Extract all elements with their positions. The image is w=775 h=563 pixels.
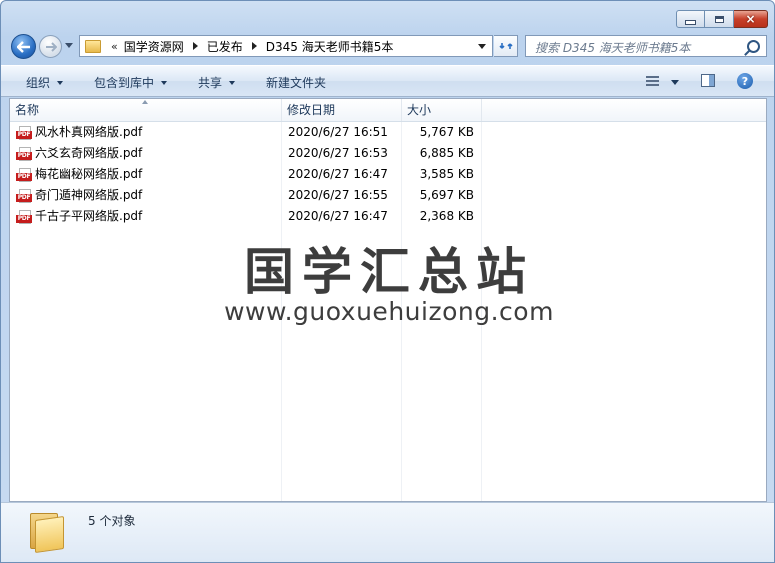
help-icon[interactable]: ? — [737, 73, 753, 89]
search-icon[interactable] — [747, 40, 760, 53]
refresh-icon — [498, 43, 513, 49]
folder-icon — [30, 511, 64, 554]
file-name-cell[interactable]: PDF 六爻玄奇网络版.pdf — [16, 143, 142, 164]
file-modified: 2020/6/27 16:51 — [288, 125, 388, 139]
refresh-button[interactable] — [494, 35, 518, 57]
file-modified: 2020/6/27 16:47 — [288, 209, 388, 223]
new-folder-button[interactable]: 新建文件夹 — [266, 74, 326, 91]
folder-icon — [85, 39, 101, 53]
change-view-icon[interactable] — [646, 75, 659, 87]
file-list: 名称 修改日期 大小 PDF 风水朴真网络版.pdf 2020/6/27 16:… — [9, 98, 767, 502]
minimize-icon — [685, 19, 696, 25]
file-modified: 2020/6/27 16:55 — [288, 188, 388, 202]
file-size: 6,885 KB — [419, 146, 474, 160]
maximize-icon — [714, 15, 724, 23]
file-name-cell[interactable]: PDF 奇门遁神网络版.pdf — [16, 185, 142, 206]
watermark-url: www.guoxuehuizong.com — [224, 297, 554, 326]
file-row[interactable]: PDF 风水朴真网络版.pdf 2020/6/27 16:51 5,767 KB — [10, 122, 766, 143]
pdf-icon: PDF — [16, 146, 32, 161]
breadcrumb-item[interactable]: D345 海天老师书籍5本 — [266, 38, 394, 55]
column-size[interactable]: 大小 — [402, 99, 482, 121]
forward-button[interactable] — [39, 35, 62, 58]
file-name-cell[interactable]: PDF 梅花幽秘网络版.pdf — [16, 164, 142, 185]
file-size: 2,368 KB — [419, 209, 474, 223]
chevron-right-icon[interactable] — [251, 42, 257, 50]
column-modified[interactable]: 修改日期 — [282, 99, 402, 121]
file-name: 奇门遁神网络版.pdf — [35, 188, 143, 202]
file-modified: 2020/6/27 16:53 — [288, 146, 388, 160]
file-name: 千古子平网络版.pdf — [35, 209, 143, 223]
navigation-bar: « 国学资源网 已发布 D345 海天老师书籍5本 搜索 D345 海天老师书籍… — [1, 32, 774, 62]
watermark-title: 国学汇总站 — [244, 243, 534, 301]
back-button[interactable] — [11, 34, 36, 59]
pdf-icon: PDF — [16, 188, 32, 203]
minimize-button[interactable] — [676, 10, 705, 28]
recent-pages-dropdown[interactable] — [65, 43, 73, 48]
pdf-icon: PDF — [16, 125, 32, 140]
details-pane: 5 个对象 — [1, 502, 774, 562]
caption-buttons: × — [676, 10, 768, 28]
organize-label: 组织 — [26, 76, 51, 90]
file-size: 5,697 KB — [419, 188, 474, 202]
new-folder-label: 新建文件夹 — [266, 76, 327, 90]
file-row[interactable]: PDF 千古子平网络版.pdf 2020/6/27 16:47 2,368 KB — [10, 206, 766, 227]
item-count: 5 个对象 — [88, 514, 136, 528]
arrow-left-icon — [16, 40, 30, 53]
file-row[interactable]: PDF 梅花幽秘网络版.pdf 2020/6/27 16:47 3,585 KB — [10, 164, 766, 185]
file-name: 梅花幽秘网络版.pdf — [35, 167, 143, 181]
file-size: 5,767 KB — [419, 125, 474, 139]
address-dropdown-icon[interactable] — [478, 44, 486, 49]
chevron-down-icon — [229, 80, 236, 85]
maximize-button[interactable] — [705, 10, 734, 28]
address-bar[interactable]: « 国学资源网 已发布 D345 海天老师书籍5本 — [79, 35, 493, 57]
file-name: 六爻玄奇网络版.pdf — [35, 146, 143, 160]
file-name-cell[interactable]: PDF 风水朴真网络版.pdf — [16, 122, 142, 143]
breadcrumb-item[interactable]: 国学资源网 — [124, 38, 184, 55]
breadcrumb-overflow[interactable]: « — [111, 40, 118, 53]
include-in-library-menu[interactable]: 包含到库中 — [94, 74, 168, 91]
pdf-icon: PDF — [16, 209, 32, 224]
view-options-dropdown[interactable] — [671, 80, 679, 85]
explorer-window: × « 国学资源网 已发布 D345 海天老师书籍5本 搜索 D345 海天老师… — [0, 0, 775, 563]
search-box[interactable]: 搜索 D345 海天老师书籍5本 — [525, 35, 767, 57]
file-name: 风水朴真网络版.pdf — [35, 125, 143, 139]
search-placeholder: 搜索 D345 海天老师书籍5本 — [535, 41, 691, 55]
share-menu[interactable]: 共享 — [198, 74, 236, 91]
close-icon: × — [745, 12, 756, 26]
file-name-cell[interactable]: PDF 千古子平网络版.pdf — [16, 206, 142, 227]
file-row[interactable]: PDF 六爻玄奇网络版.pdf 2020/6/27 16:53 6,885 KB — [10, 143, 766, 164]
command-bar: 组织 包含到库中 共享 新建文件夹 ? — [1, 65, 774, 97]
chevron-down-icon — [57, 80, 64, 85]
share-label: 共享 — [198, 76, 223, 90]
arrow-right-icon — [45, 41, 57, 52]
file-row[interactable]: PDF 奇门遁神网络版.pdf 2020/6/27 16:55 5,697 KB — [10, 185, 766, 206]
pdf-icon: PDF — [16, 167, 32, 182]
column-header: 名称 修改日期 大小 — [10, 99, 766, 122]
include-in-library-label: 包含到库中 — [94, 76, 155, 90]
file-modified: 2020/6/27 16:47 — [288, 167, 388, 181]
breadcrumb-item[interactable]: 已发布 — [207, 38, 243, 55]
organize-menu[interactable]: 组织 — [26, 74, 64, 91]
close-button[interactable]: × — [734, 10, 768, 28]
chevron-down-icon — [161, 80, 168, 85]
preview-pane-icon[interactable] — [701, 74, 715, 87]
chevron-right-icon[interactable] — [192, 42, 198, 50]
sort-ascending-icon — [142, 100, 148, 104]
file-size: 3,585 KB — [419, 167, 474, 181]
